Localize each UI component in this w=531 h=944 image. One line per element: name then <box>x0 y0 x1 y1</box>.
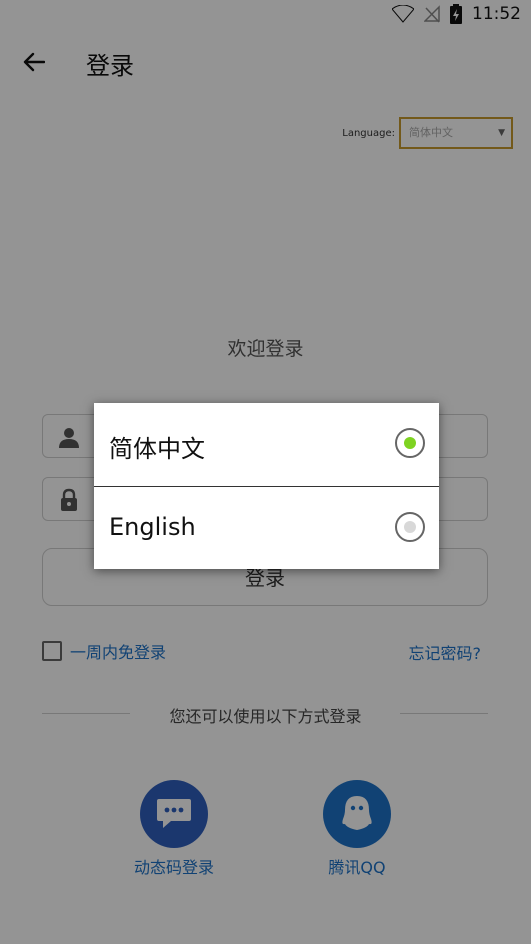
option-simplified-chinese[interactable]: 简体中文 <box>94 403 439 486</box>
option-english[interactable]: English <box>94 486 439 569</box>
radio-button[interactable] <box>395 512 425 542</box>
language-dialog: 简体中文 English <box>94 403 439 569</box>
radio-button-selected[interactable] <box>395 428 425 458</box>
option-label: 简体中文 <box>109 435 205 463</box>
radio-dot-selected <box>404 437 416 449</box>
radio-dot-unselected <box>404 521 416 533</box>
option-label: English <box>109 513 196 541</box>
